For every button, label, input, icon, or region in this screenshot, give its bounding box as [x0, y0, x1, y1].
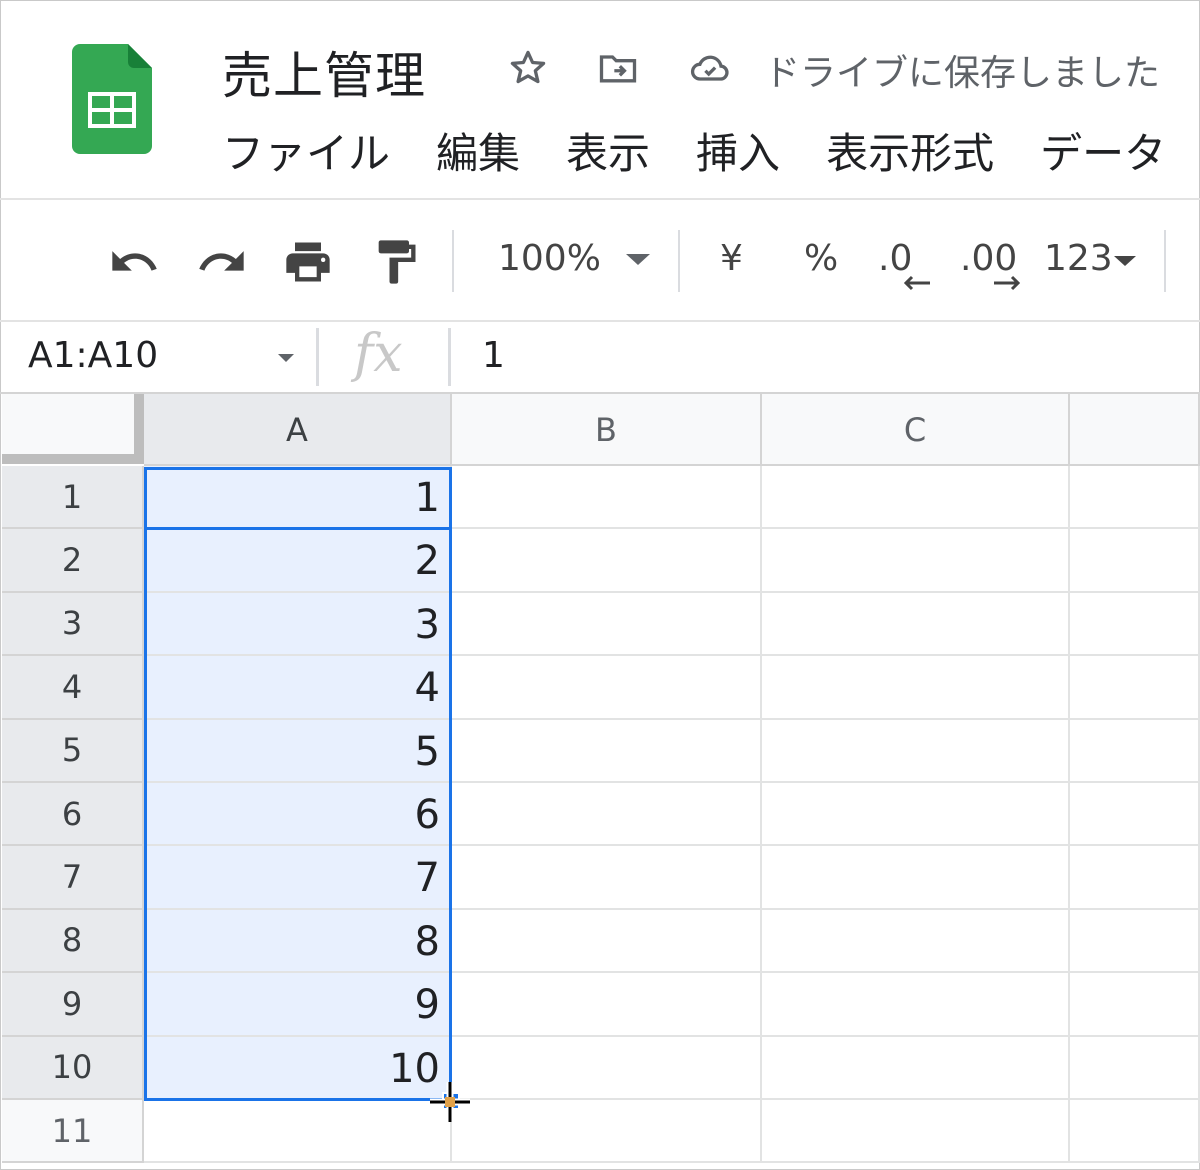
- cell-a8[interactable]: 8: [144, 909, 452, 974]
- cell-c3[interactable]: [762, 592, 1070, 657]
- column-header-a[interactable]: A: [144, 394, 452, 466]
- menu-format[interactable]: 表示形式: [826, 124, 994, 184]
- cell-a7[interactable]: 7: [144, 846, 452, 910]
- cell-a9[interactable]: 9: [144, 973, 452, 1037]
- toolbar-divider: [1164, 230, 1166, 292]
- cell-d9[interactable]: [1070, 973, 1200, 1037]
- cell-d5[interactable]: [1070, 719, 1200, 783]
- arrow-left-icon: [903, 275, 930, 291]
- menu-edit[interactable]: 編集: [436, 124, 520, 184]
- cell-c6[interactable]: [762, 783, 1070, 847]
- cell-a5[interactable]: 5: [144, 719, 452, 783]
- cell-d6[interactable]: [1070, 783, 1200, 847]
- star-icon[interactable]: [506, 46, 550, 90]
- row-header-4[interactable]: 4: [2, 656, 144, 720]
- cell-b4[interactable]: [452, 656, 762, 720]
- cell-b3[interactable]: [452, 592, 762, 657]
- cell-a10[interactable]: 10: [144, 1036, 452, 1100]
- row-header-5[interactable]: 5: [2, 719, 144, 783]
- more-formats-caret-icon[interactable]: [1114, 256, 1136, 266]
- column-header-c[interactable]: C: [762, 394, 1070, 466]
- paint-format-icon[interactable]: [370, 236, 422, 288]
- formula-divider: [448, 328, 451, 386]
- more-formats-button[interactable]: 123: [1044, 234, 1113, 284]
- row-header-2[interactable]: 2: [2, 529, 144, 593]
- cloud-saved-icon[interactable]: [688, 46, 732, 90]
- cell-a2[interactable]: 2: [144, 529, 452, 593]
- cell-c5[interactable]: [762, 719, 1070, 783]
- cell-a11[interactable]: [144, 1100, 452, 1164]
- cell-d2[interactable]: [1070, 529, 1200, 593]
- toolbar-divider: [0, 320, 1200, 322]
- menu-bar: ファイル 編集 表示 挿入 表示形式 データ: [222, 124, 1166, 184]
- currency-format-button[interactable]: ¥: [720, 234, 743, 284]
- zoom-select[interactable]: 100%: [498, 234, 601, 284]
- menu-view[interactable]: 表示: [566, 124, 650, 184]
- cell-d11[interactable]: [1070, 1100, 1200, 1164]
- cell-c9[interactable]: [762, 973, 1070, 1037]
- column-header-d[interactable]: [1070, 394, 1200, 466]
- menu-file[interactable]: ファイル: [222, 124, 390, 184]
- move-to-folder-icon[interactable]: [596, 46, 640, 90]
- toolbar-divider: [678, 230, 680, 292]
- cell-b9[interactable]: [452, 973, 762, 1037]
- cell-c11[interactable]: [762, 1100, 1070, 1164]
- cell-c7[interactable]: [762, 846, 1070, 910]
- cell-d3[interactable]: [1070, 592, 1200, 657]
- cell-a4[interactable]: 4: [144, 656, 452, 720]
- select-all-corner[interactable]: [2, 394, 144, 464]
- name-box[interactable]: A1:A10: [28, 334, 158, 378]
- menu-data[interactable]: データ: [1040, 124, 1166, 184]
- row-header-9[interactable]: 9: [2, 973, 144, 1037]
- fx-icon: fx: [354, 324, 403, 384]
- cell-c1[interactable]: [762, 466, 1070, 530]
- cell-b8[interactable]: [452, 909, 762, 974]
- cell-b11[interactable]: [452, 1100, 762, 1164]
- cell-d1[interactable]: [1070, 466, 1200, 530]
- undo-icon[interactable]: [108, 236, 160, 288]
- save-status: ドライブに保存しました: [764, 53, 1161, 94]
- header-divider: [0, 198, 1200, 200]
- cell-d7[interactable]: [1070, 846, 1200, 910]
- cell-b5[interactable]: [452, 719, 762, 783]
- menu-insert[interactable]: 挿入: [696, 124, 780, 184]
- name-box-caret-icon[interactable]: [278, 354, 294, 362]
- cell-b6[interactable]: [452, 783, 762, 847]
- row-header-8[interactable]: 8: [2, 909, 144, 974]
- formula-divider: [316, 328, 319, 386]
- cell-d4[interactable]: [1070, 656, 1200, 720]
- sheets-logo-icon[interactable]: [72, 44, 152, 154]
- print-icon[interactable]: [282, 236, 334, 288]
- cell-b2[interactable]: [452, 529, 762, 593]
- cell-c8[interactable]: [762, 909, 1070, 974]
- row-header-10[interactable]: 10: [2, 1036, 144, 1100]
- cell-b10[interactable]: [452, 1036, 762, 1100]
- crosshair-cursor-icon: [430, 1082, 470, 1122]
- column-header-b[interactable]: B: [452, 394, 762, 466]
- cell-a6[interactable]: 6: [144, 783, 452, 847]
- row-header-1[interactable]: 1: [2, 466, 144, 530]
- cell-a3[interactable]: 3: [144, 592, 452, 657]
- cell-a1[interactable]: 1: [144, 466, 452, 530]
- row-header-6[interactable]: 6: [2, 783, 144, 847]
- arrow-right-icon: [994, 275, 1021, 291]
- row-header-11[interactable]: 11: [2, 1100, 144, 1164]
- redo-icon[interactable]: [196, 236, 248, 288]
- row-header-7[interactable]: 7: [2, 846, 144, 910]
- cell-c10[interactable]: [762, 1036, 1070, 1100]
- formula-input[interactable]: 1: [482, 334, 505, 378]
- cell-b1[interactable]: [452, 466, 762, 530]
- document-title[interactable]: 売上管理: [222, 36, 426, 108]
- toolbar-divider: [452, 230, 454, 292]
- cell-d10[interactable]: [1070, 1036, 1200, 1100]
- cell-c2[interactable]: [762, 529, 1070, 593]
- cell-b7[interactable]: [452, 846, 762, 910]
- cell-c4[interactable]: [762, 656, 1070, 720]
- dropdown-caret-icon[interactable]: [626, 254, 650, 265]
- cell-d8[interactable]: [1070, 909, 1200, 974]
- row-header-3[interactable]: 3: [2, 592, 144, 657]
- percent-format-button[interactable]: %: [804, 234, 838, 284]
